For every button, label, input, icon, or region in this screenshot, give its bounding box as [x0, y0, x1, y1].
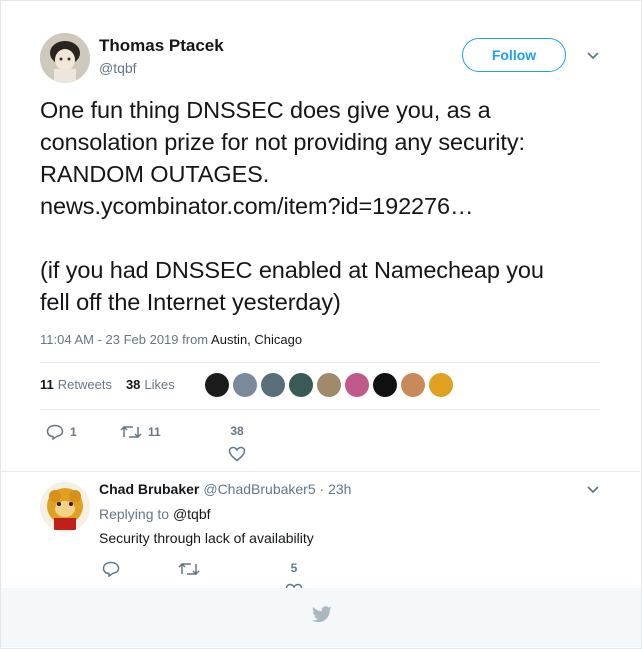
tweet-actions: 1 11 38 — [40, 424, 340, 469]
reply-icon — [46, 424, 64, 440]
liker-avatar[interactable] — [401, 373, 425, 397]
reply-author-handle[interactable]: @ChadBrubaker5 — [203, 481, 315, 497]
replying-to-label: Replying to — [99, 506, 170, 522]
reply-header: Chad Brubaker @ChadBrubaker5 · 23h — [99, 481, 351, 497]
footer — [1, 588, 641, 647]
like-count: 38 — [230, 424, 244, 438]
reply-count: 1 — [70, 425, 77, 439]
tweet-metadata: 11:04 AM - 23 Feb 2019 from Austin, Chic… — [40, 332, 302, 347]
likes-count: 38 — [125, 377, 141, 392]
liker-avatar[interactable] — [373, 373, 397, 397]
tweet-link[interactable]: news.ycombinator.com/item?id=192276… — [40, 190, 600, 222]
follow-button[interactable]: Follow — [462, 38, 566, 72]
reply-author-avatar[interactable] — [40, 482, 90, 532]
tweet-location[interactable]: Austin, Chicago — [211, 332, 302, 347]
liker-avatar[interactable] — [261, 373, 285, 397]
liker-avatar[interactable] — [205, 373, 229, 397]
reply-author-name[interactable]: Chad Brubaker — [99, 481, 199, 497]
tweet-text-line: One fun thing DNSSEC does give you, as a — [40, 97, 491, 123]
author-name[interactable]: Thomas Ptacek — [99, 36, 224, 56]
like-action[interactable]: 38 — [228, 424, 246, 462]
liker-avatar[interactable] — [429, 373, 453, 397]
retweets-stat[interactable]: 11 Retweets — [40, 377, 112, 392]
twitter-bird-icon[interactable] — [311, 606, 333, 624]
reply-time[interactable]: · 23h — [320, 481, 352, 497]
reply-icon[interactable] — [102, 561, 120, 577]
retweet-icon — [120, 425, 142, 439]
chevron-down-icon[interactable] — [585, 50, 601, 62]
reply-action[interactable]: 1 — [46, 424, 77, 440]
replying-to-user[interactable]: @tqbf — [173, 506, 211, 522]
likes-label: Likes — [144, 377, 175, 392]
retweet-icon[interactable] — [178, 561, 200, 577]
likers-avatars — [205, 373, 453, 397]
liker-avatar[interactable] — [345, 373, 369, 397]
liker-avatar[interactable] — [289, 373, 313, 397]
tweet-text-line: RANDOM OUTAGES. — [40, 161, 270, 187]
retweet-count: 11 — [148, 425, 161, 439]
tweet-text: One fun thing DNSSEC does give you, as a… — [40, 94, 600, 318]
reply-like-count: 5 — [290, 561, 298, 575]
likes-stat[interactable]: 38 Likes — [126, 377, 175, 392]
divider — [40, 362, 600, 363]
divider — [0, 471, 640, 472]
retweet-action[interactable]: 11 — [120, 424, 161, 440]
replying-to: Replying to @tqbf — [99, 506, 211, 522]
retweets-label: Retweets — [57, 377, 112, 392]
author-handle[interactable]: @tqbf — [99, 60, 137, 76]
retweets-count: 11 — [40, 377, 54, 392]
chevron-down-icon[interactable] — [585, 484, 601, 496]
tweet-text-line: fell off the Internet yesterday) — [40, 289, 341, 315]
tweet-stats: 11 Retweets 38 Likes — [40, 377, 175, 392]
divider — [40, 409, 600, 410]
tweet-text-line: (if you had DNSSEC enabled at Namecheap … — [40, 257, 544, 283]
reply-text: Security through lack of availability — [99, 530, 314, 546]
heart-icon — [228, 446, 246, 462]
liker-avatar[interactable] — [233, 373, 257, 397]
tweet-timestamp[interactable]: 11:04 AM - 23 Feb 2019 from — [40, 332, 208, 347]
liker-avatar[interactable] — [317, 373, 341, 397]
tweet-text-line: consolation prize for not providing any … — [40, 129, 525, 155]
author-avatar[interactable] — [40, 33, 90, 83]
